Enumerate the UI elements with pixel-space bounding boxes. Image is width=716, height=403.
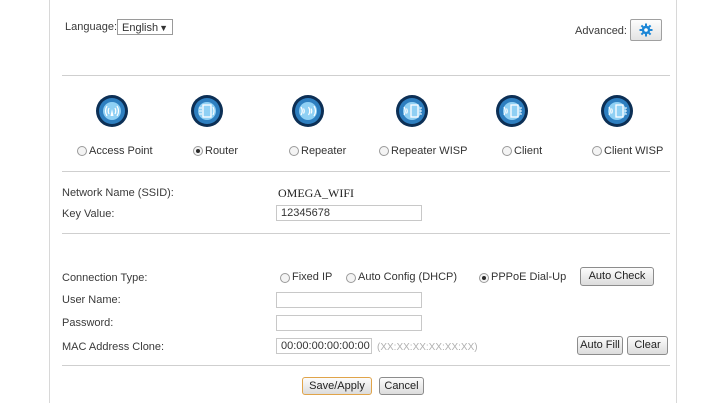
- connection-radio-pppoe[interactable]: [479, 273, 489, 283]
- language-select[interactable]: English ▼: [117, 19, 173, 35]
- username-label: User Name:: [62, 294, 121, 306]
- connection-label-pppoe: PPPoE Dial-Up: [491, 271, 567, 283]
- mode-label-client: Client: [514, 145, 543, 157]
- client-icon[interactable]: [495, 94, 529, 128]
- connection-radio-dhcp[interactable]: [346, 273, 356, 283]
- divider: [62, 171, 670, 172]
- connection-type-label: Connection Type:: [62, 272, 148, 284]
- auto-check-button[interactable]: Auto Check: [580, 267, 654, 286]
- password-field[interactable]: [276, 315, 422, 331]
- chevron-down-icon: ▼: [159, 23, 168, 33]
- username-field[interactable]: [276, 292, 422, 308]
- mode-label-repeater: Repeater: [301, 145, 347, 157]
- mode-radio-repeater-wisp[interactable]: [379, 146, 389, 156]
- password-label: Password:: [62, 317, 114, 329]
- save-apply-button[interactable]: Save/Apply: [302, 377, 372, 395]
- advanced-label: Advanced:: [575, 25, 627, 37]
- mode-label-client-wisp: Client WISP: [604, 145, 664, 157]
- mac-address-field[interactable]: 00:00:00:00:00:00: [276, 338, 372, 354]
- connection-radio-fixed-ip[interactable]: [280, 273, 290, 283]
- advanced-settings-button[interactable]: [630, 19, 662, 41]
- client-wisp-icon[interactable]: [600, 94, 634, 128]
- mac-clone-label: MAC Address Clone:: [62, 341, 165, 353]
- mode-radio-access-point[interactable]: [77, 146, 87, 156]
- divider: [62, 233, 670, 234]
- gear-icon: [639, 23, 653, 37]
- access-point-icon[interactable]: [95, 94, 129, 128]
- router-icon[interactable]: [190, 94, 224, 128]
- mode-radio-client[interactable]: [502, 146, 512, 156]
- auto-fill-button[interactable]: Auto Fill: [577, 336, 623, 355]
- connection-label-dhcp: Auto Config (DHCP): [358, 271, 458, 283]
- clear-button[interactable]: Clear: [627, 336, 668, 355]
- ssid-label: Network Name (SSID):: [62, 187, 174, 199]
- mode-radio-repeater[interactable]: [289, 146, 299, 156]
- language-label: Language:: [65, 21, 117, 33]
- mode-label-router: Router: [205, 145, 239, 157]
- ssid-value[interactable]: OMEGA_WIFI: [278, 186, 354, 201]
- mac-format-hint: (XX:XX:XX:XX:XX:XX): [377, 342, 478, 353]
- repeater-icon[interactable]: [291, 94, 325, 128]
- mode-radio-client-wisp[interactable]: [592, 146, 602, 156]
- mode-label-access-point: Access Point: [89, 145, 153, 157]
- mode-label-repeater-wisp: Repeater WISP: [391, 145, 468, 157]
- divider: [62, 75, 670, 76]
- cancel-button[interactable]: Cancel: [379, 377, 424, 395]
- repeater-wisp-icon[interactable]: [395, 94, 429, 128]
- key-value-field[interactable]: 12345678: [276, 205, 422, 221]
- divider: [62, 365, 670, 366]
- connection-label-fixed-ip: Fixed IP: [292, 271, 333, 283]
- key-value-label: Key Value:: [62, 208, 115, 220]
- mode-radio-router[interactable]: [193, 146, 203, 156]
- language-select-value: English: [122, 22, 159, 34]
